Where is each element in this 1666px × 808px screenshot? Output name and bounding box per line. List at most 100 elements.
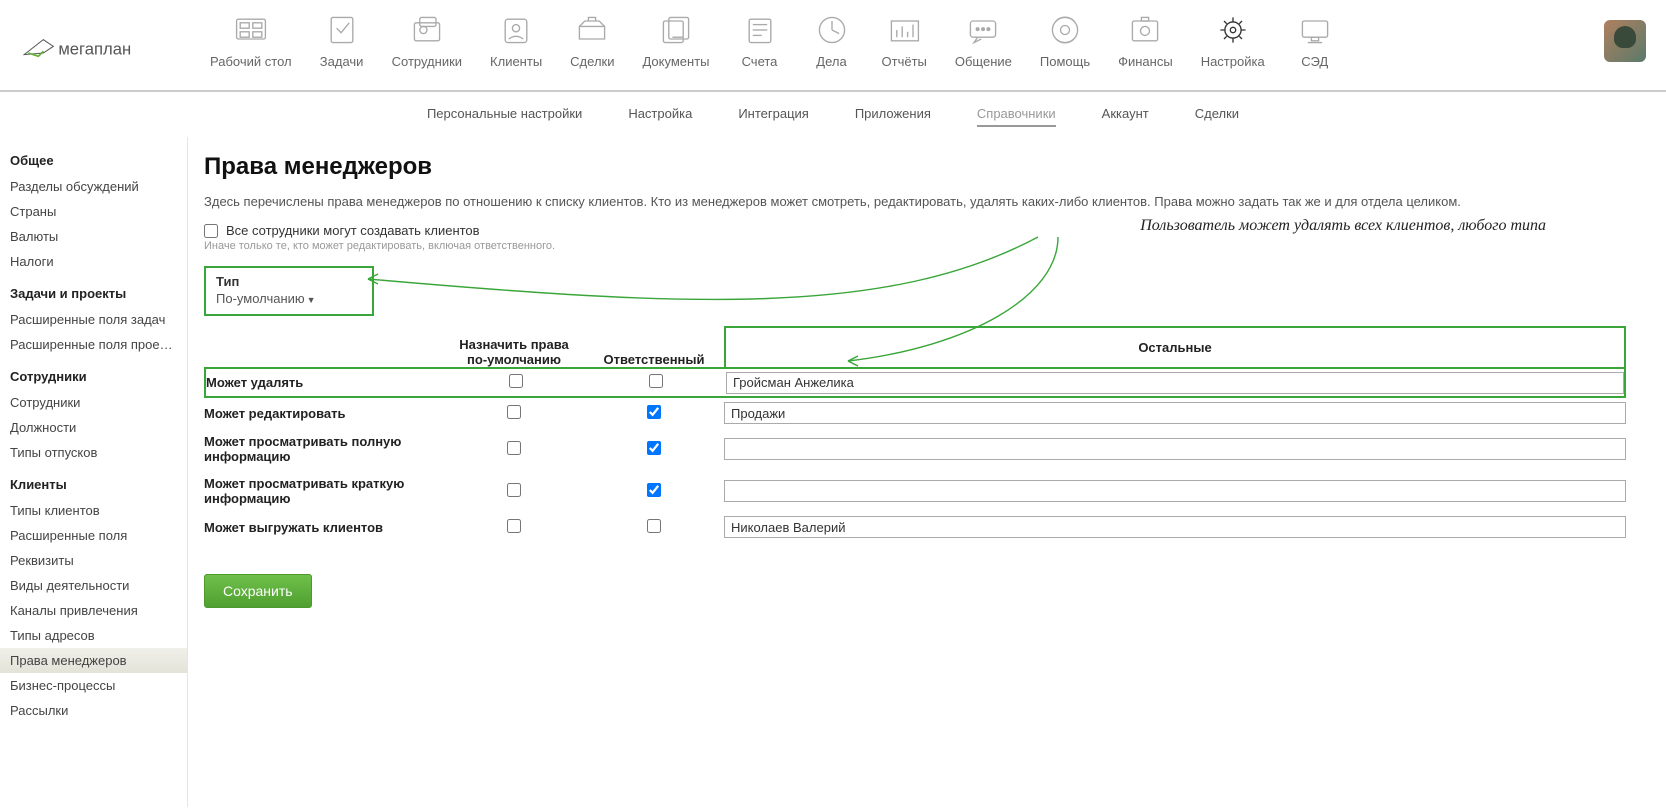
topnav-icon bbox=[320, 12, 364, 48]
permission-responsible-checkbox[interactable] bbox=[647, 483, 661, 497]
subnav-item-2[interactable]: Интеграция bbox=[738, 106, 809, 127]
topnav-item-4[interactable]: Сделки bbox=[570, 12, 614, 69]
save-button[interactable]: Сохранить bbox=[204, 574, 312, 608]
subnav-item-0[interactable]: Персональные настройки bbox=[427, 106, 582, 127]
topnav-item-1[interactable]: Задачи bbox=[320, 12, 364, 69]
topbar: мегаплан Рабочий стол Задачи Сотрудники Кли… bbox=[0, 0, 1666, 92]
logo[interactable]: мегаплан bbox=[20, 30, 170, 66]
avatar[interactable] bbox=[1604, 20, 1646, 62]
permission-default-checkbox[interactable] bbox=[507, 441, 521, 455]
permission-label: Может просматривать полную информацию bbox=[204, 430, 444, 468]
topnav-icon bbox=[405, 12, 449, 48]
sidebar-item[interactable]: Каналы привлечения bbox=[0, 598, 187, 623]
sidebar-item[interactable]: Рассылки bbox=[0, 698, 187, 723]
permission-default-checkbox[interactable] bbox=[507, 519, 521, 533]
topnav-item-2[interactable]: Сотрудники bbox=[392, 12, 462, 69]
sidebar-item[interactable]: Бизнес-процессы bbox=[0, 673, 187, 698]
topnav-icon bbox=[738, 12, 782, 48]
sidebar-item[interactable]: Типы клиентов bbox=[0, 498, 187, 523]
page-title: Права менеджеров bbox=[204, 153, 1626, 181]
annotation-text: Пользователь может удалять всех клиентов… bbox=[1140, 217, 1546, 235]
table-header: Назначить права по-умолчанию Ответственн… bbox=[204, 326, 1626, 367]
topnav-label: Рабочий стол bbox=[210, 54, 292, 69]
permission-default-checkbox[interactable] bbox=[507, 405, 521, 419]
col-others: Остальные bbox=[724, 326, 1626, 367]
topnav-item-7[interactable]: Дела bbox=[810, 12, 854, 69]
topnav-item-11[interactable]: Финансы bbox=[1118, 12, 1173, 69]
permission-responsible-checkbox[interactable] bbox=[649, 374, 663, 388]
col-responsible: Ответственный bbox=[584, 352, 724, 367]
sidebar-group-title: Клиенты bbox=[0, 469, 187, 498]
subnav-item-1[interactable]: Настройка bbox=[628, 106, 692, 127]
permission-others-input[interactable] bbox=[726, 372, 1624, 394]
sidebar-item[interactable]: Сотрудники bbox=[0, 390, 187, 415]
permission-row: Может удалять bbox=[204, 367, 1626, 398]
topnav-icon bbox=[810, 12, 854, 48]
sidebar-item[interactable]: Расширенные поля задач bbox=[0, 307, 187, 332]
sidebar-item[interactable]: Типы отпусков bbox=[0, 440, 187, 465]
permission-row: Может просматривать полную информацию bbox=[204, 428, 1626, 470]
sidebar-group-title: Сотрудники bbox=[0, 361, 187, 390]
subnav-item-3[interactable]: Приложения bbox=[855, 106, 931, 127]
sidebar-item[interactable]: Валюты bbox=[0, 224, 187, 249]
topnav-label: Задачи bbox=[320, 54, 364, 69]
topnav-label: Документы bbox=[642, 54, 709, 69]
permission-row: Может просматривать краткую информацию bbox=[204, 470, 1626, 512]
col-default: Назначить права по-умолчанию bbox=[444, 337, 584, 367]
sidebar-item[interactable]: Виды деятельности bbox=[0, 573, 187, 598]
sidebar-item[interactable]: Расширенные поля bbox=[0, 523, 187, 548]
type-label: Тип bbox=[216, 274, 362, 289]
topnav-label: Общение bbox=[955, 54, 1012, 69]
topnav-icon bbox=[1043, 12, 1087, 48]
subnav-item-4[interactable]: Справочники bbox=[977, 106, 1056, 127]
permission-others-input[interactable] bbox=[724, 516, 1626, 538]
svg-text:мегаплан: мегаплан bbox=[58, 40, 131, 59]
all-employees-create-label: Все сотрудники могут создавать клиентов bbox=[226, 223, 480, 238]
topnav-item-12[interactable]: Настройка bbox=[1201, 12, 1265, 69]
topnav-label: Сделки bbox=[570, 54, 614, 69]
topnav-icon bbox=[882, 12, 926, 48]
sidebar-item[interactable]: Налоги bbox=[0, 249, 187, 274]
topnav-item-13[interactable]: СЭД bbox=[1293, 12, 1337, 69]
sidebar-group-title: Общее bbox=[0, 145, 187, 174]
sidebar-item[interactable]: Разделы обсуждений bbox=[0, 174, 187, 199]
topnav-item-5[interactable]: Документы bbox=[642, 12, 709, 69]
sidebar-item[interactable]: Типы адресов bbox=[0, 623, 187, 648]
sidebar-item[interactable]: Расширенные поля проек… bbox=[0, 332, 187, 357]
topnav: Рабочий стол Задачи Сотрудники Клиенты Сделк… bbox=[210, 12, 1584, 69]
topnav-label: Финансы bbox=[1118, 54, 1173, 69]
permission-others-input[interactable] bbox=[724, 438, 1626, 460]
sidebar-item[interactable]: Должности bbox=[0, 415, 187, 440]
permission-responsible-checkbox[interactable] bbox=[647, 405, 661, 419]
topnav-icon bbox=[494, 12, 538, 48]
topnav-label: СЭД bbox=[1301, 54, 1328, 69]
permission-label: Может удалять bbox=[206, 371, 446, 394]
topnav-item-0[interactable]: Рабочий стол bbox=[210, 12, 292, 69]
topnav-icon bbox=[1123, 12, 1167, 48]
permission-label: Может выгружать клиентов bbox=[204, 516, 444, 539]
sidebar-item[interactable]: Страны bbox=[0, 199, 187, 224]
sidebar-item[interactable]: Реквизиты bbox=[0, 548, 187, 573]
topnav-item-9[interactable]: Общение bbox=[955, 12, 1012, 69]
topnav-icon bbox=[961, 12, 1005, 48]
permission-others-input[interactable] bbox=[724, 480, 1626, 502]
subnav-item-5[interactable]: Аккаунт bbox=[1102, 106, 1149, 127]
sidebar-item[interactable]: Права менеджеров bbox=[0, 648, 187, 673]
topnav-item-3[interactable]: Клиенты bbox=[490, 12, 542, 69]
type-selector[interactable]: Тип По-умолчанию▼ bbox=[204, 266, 374, 316]
permission-responsible-checkbox[interactable] bbox=[647, 441, 661, 455]
topnav-icon bbox=[570, 12, 614, 48]
permission-default-checkbox[interactable] bbox=[507, 483, 521, 497]
permission-others-input[interactable] bbox=[724, 402, 1626, 424]
subnav-item-6[interactable]: Сделки bbox=[1195, 106, 1239, 127]
topnav-item-8[interactable]: Отчёты bbox=[882, 12, 927, 69]
permission-default-checkbox[interactable] bbox=[509, 374, 523, 388]
permission-label: Может редактировать bbox=[204, 402, 444, 425]
topnav-item-6[interactable]: Счета bbox=[738, 12, 782, 69]
topnav-item-10[interactable]: Помощь bbox=[1040, 12, 1090, 69]
topnav-label: Клиенты bbox=[490, 54, 542, 69]
permission-responsible-checkbox[interactable] bbox=[647, 519, 661, 533]
type-value: По-умолчанию▼ bbox=[216, 291, 362, 306]
all-employees-create-checkbox[interactable] bbox=[204, 224, 218, 238]
topnav-icon bbox=[1211, 12, 1255, 48]
